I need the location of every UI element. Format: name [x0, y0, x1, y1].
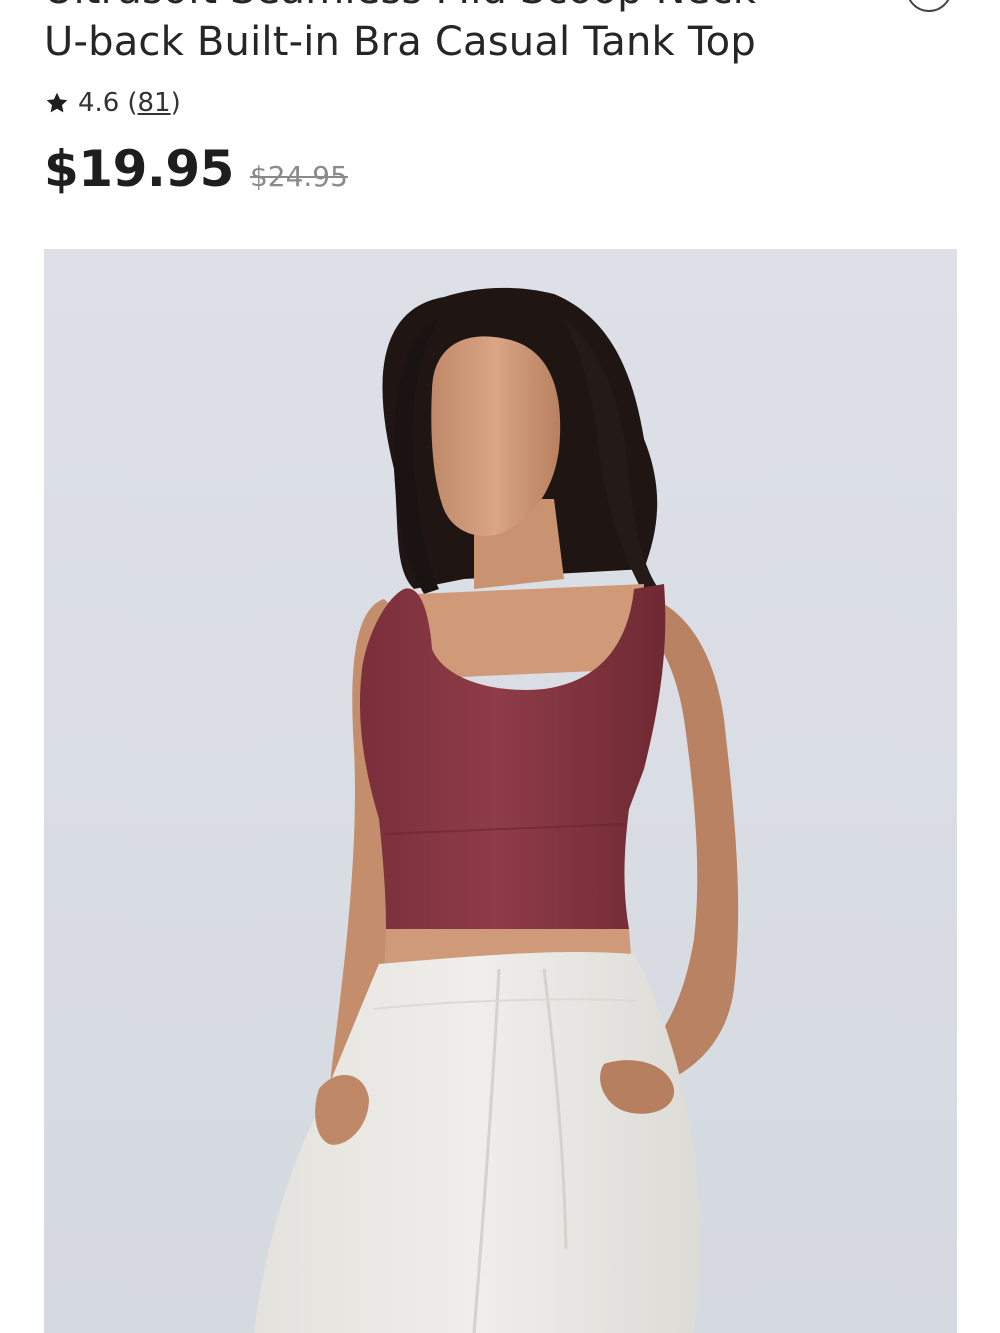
- star-icon: [46, 92, 68, 113]
- price-row: $19.95 $24.95: [44, 140, 348, 198]
- reviews-count: 81: [137, 88, 171, 118]
- original-price: $24.95: [249, 160, 348, 193]
- product-rating: 4.6 (81): [44, 88, 181, 118]
- current-price: $19.95: [44, 140, 234, 198]
- product-photo[interactable]: [44, 249, 957, 1333]
- product-title-line-2: U-back Built-in Bra Casual Tank Top: [44, 19, 756, 65]
- reviews-count-link[interactable]: (81): [127, 88, 180, 118]
- rating-value: 4.6: [78, 88, 120, 118]
- wishlist-button[interactable]: [906, 0, 952, 12]
- product-title-line-1: Ultrasoft Seamless Mid Scoop Neck: [44, 0, 904, 16]
- product-title: Ultrasoft Seamless Mid Scoop Neck U-back…: [44, 0, 904, 68]
